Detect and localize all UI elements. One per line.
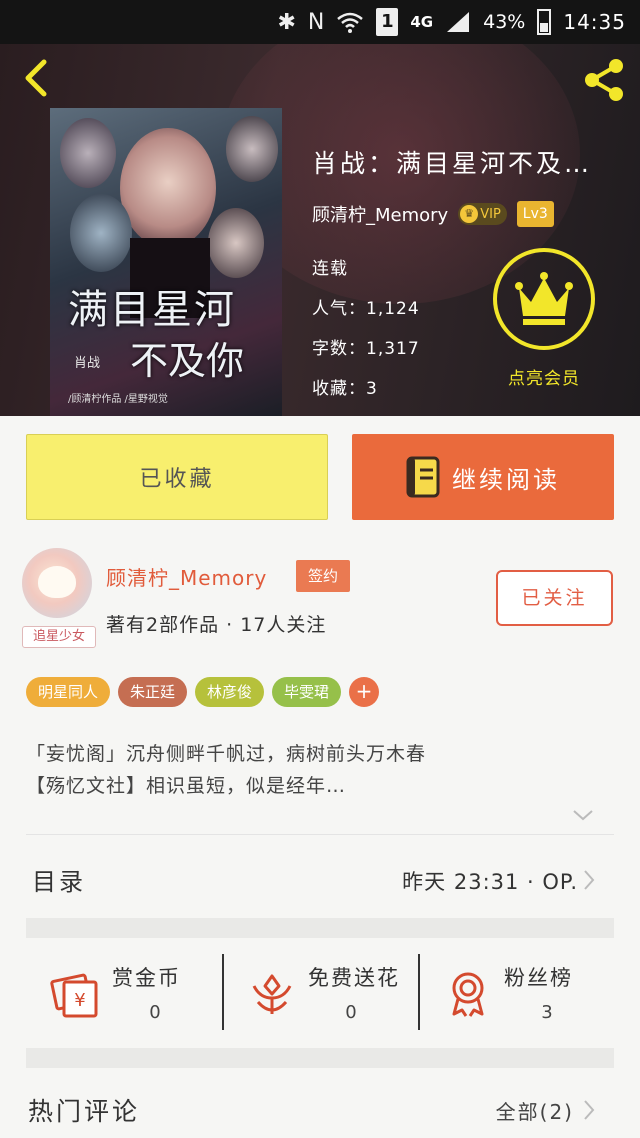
reward-cell[interactable]: ¥ 赏金币 0 [26,940,222,1048]
avatar-tag: 追星少女 [22,626,96,648]
bluetooth-icon: ✱ [277,9,296,35]
sim-icon: 1 [376,8,399,36]
add-tag-button[interactable]: + [349,677,380,707]
level-badge: Lv3 [516,201,554,227]
share-icon[interactable] [580,56,628,104]
flower-value: 0 [345,1002,357,1023]
cover-title: 满目星河 [68,287,236,333]
flower-label: 免费送花 [308,966,400,990]
chevron-right-icon[interactable] [582,1098,596,1122]
word-count: 字数：1,317 [312,339,420,359]
collected-button[interactable]: 已收藏 [26,434,328,520]
reward-label: 赏金币 [112,966,181,990]
nfc-icon: N [307,9,325,35]
intro-line: 【殇忆文社】相识虽短，似是经年… [26,775,347,797]
crown-icon [515,272,573,325]
battery-percent: 43% [483,11,526,33]
cover-tag: 肖战 [74,356,101,371]
clock: 14:35 [563,10,626,34]
fans-cell[interactable]: 粉丝榜 3 [418,940,614,1048]
divider [26,834,614,835]
svg-text:¥: ¥ [74,990,85,1011]
tag-item[interactable]: 林彦俊 [195,677,265,707]
flower-cell[interactable]: 免费送花 0 [222,940,418,1048]
signal-icon [447,12,470,32]
medal-icon [452,972,484,1017]
cover-subtitle: 不及你 [130,339,245,383]
flower-icon [252,974,292,1014]
book-header: 满目星河 不及你 肖战 /顾清柠作品 /星野视觉 肖战：满目星河不及… 顾清柠_… [0,44,640,416]
section-separator [26,1048,614,1068]
header-author-name[interactable]: 顾清柠_Memory [312,201,448,227]
fans-value: 3 [541,1002,553,1023]
toc-label[interactable]: 目录 [32,862,86,897]
red-envelope-icon: ¥ [50,973,98,1018]
section-separator [26,918,614,938]
continue-reading-label: 继续阅读 [452,465,560,494]
latest-chapter[interactable]: 昨天 23:31 · OP. [402,866,578,896]
hot-comments-title: 热门评论 [28,1097,141,1126]
book-icon [406,456,440,498]
member-button[interactable] [493,248,595,350]
favorite-count: 收藏：3 [312,379,378,399]
tag-item[interactable]: 朱正廷 [118,677,188,707]
reward-value: 0 [149,1002,161,1023]
author-avatar[interactable] [22,548,92,618]
header-author-row: 顾清柠_Memory ♛ VIP Lv3 [312,201,554,227]
back-button[interactable] [16,56,56,100]
author-meta: 著有2部作品 · 17人关注 [106,614,327,636]
continue-reading-button[interactable]: 继续阅读 [352,434,614,520]
wifi-icon [337,12,364,33]
book-intro[interactable]: 「妄忧阁」沉舟侧畔千帆过，病树前头万木春 【殇忆文社】相识虽短，似是经年… [26,738,616,802]
follow-button[interactable]: 已关注 [496,570,613,626]
tag-item[interactable]: 明星同人 [26,677,111,707]
all-comments-link[interactable]: 全部(2) [496,1096,574,1125]
tag-list: 明星同人 朱正廷 林彦俊 毕雯珺 + [26,677,380,707]
vip-badge: ♛ VIP [458,203,507,225]
fans-label: 粉丝榜 [504,966,573,990]
book-title: 肖战：满目星河不及… [312,149,593,178]
reward-bar: ¥ 赏金币 0 免费送花 0 粉丝榜 3 [26,940,614,1048]
vip-crown-icon: ♛ [460,205,479,223]
member-label[interactable]: 点亮会员 [494,364,594,389]
author-name[interactable]: 顾清柠_Memory [106,562,267,591]
chevron-right-icon[interactable] [582,868,596,892]
signed-badge: 签约 [296,560,350,592]
popularity-count: 人气：1,124 [312,299,420,319]
book-cover[interactable]: 满目星河 不及你 肖战 /顾清柠作品 /星野视觉 [50,108,282,416]
status-bar: ✱ N 1 4G 43% 14:35 [0,0,640,44]
cover-credit: /顾清柠作品 /星野视觉 [68,394,168,405]
chevron-down-icon[interactable] [570,806,596,824]
intro-line: 「妄忧阁」沉舟侧畔千帆过，病树前头万木春 [26,743,427,765]
network-type: 4G [410,13,434,31]
tag-item[interactable]: 毕雯珺 [272,677,342,707]
serial-status: 连载 [312,259,348,279]
battery-icon [537,9,552,35]
